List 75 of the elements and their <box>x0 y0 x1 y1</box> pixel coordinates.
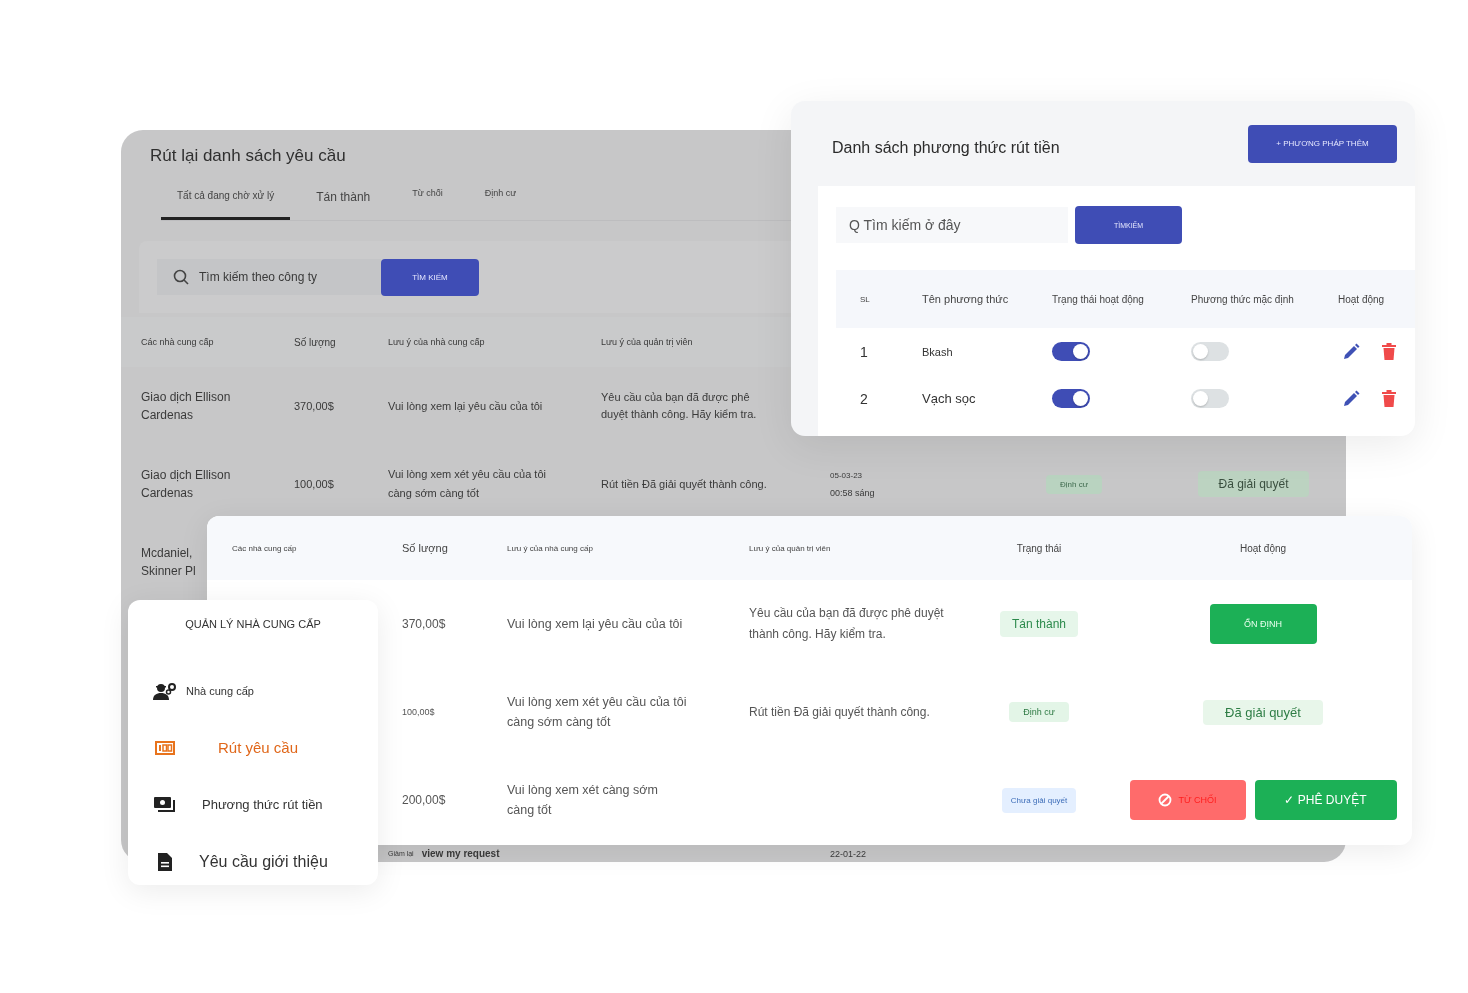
column-header: Các nhà cung cấp <box>232 543 298 553</box>
sidebar-item[interactable]: Yêu cầu giới thiệu <box>128 833 378 890</box>
pencil-icon <box>1342 342 1360 361</box>
search-field[interactable]: Q Tìm kiếm ở đây <box>836 207 1068 243</box>
column-header: Lưu ý của nhà cung cấp <box>388 337 486 347</box>
column-header: Phương thức mặc định <box>1191 293 1295 305</box>
sidebar-item[interactable]: Rút yêu cầu <box>128 719 378 776</box>
table-cell-text: Vui lòng xem xét càng sớm càng tốt <box>507 782 659 819</box>
column-header: Hoạt động <box>1238 542 1288 554</box>
search-icon <box>173 269 189 285</box>
table-cell-text: Vui lòng xem xét yêu cầu của tôi càng sớm càng tốt <box>507 694 688 731</box>
add-method-button[interactable]: + PHƯƠNG PHÁP THÊM <box>1248 124 1397 163</box>
status-badge: Chưa giải quyết <box>1001 787 1077 813</box>
status-badge: Định cư <box>1009 702 1069 722</box>
table-cell-text: Yêu cầu của bạn đã được phê duyệt thành công. Hãy kiểm tra. <box>749 605 945 643</box>
table-cell-text: Giao dịch Ellison Cardenas <box>141 467 232 502</box>
table-cell-text: Rút tiền Đã giải quyết thành công. <box>749 703 931 721</box>
document-icon <box>158 852 172 871</box>
trash-icon <box>1382 343 1396 360</box>
cash-icon <box>154 796 176 813</box>
table-cell-text: 370,00$ <box>294 400 335 412</box>
table-cell-text: 1 <box>860 343 869 360</box>
search-field[interactable]: Tìm kiếm theo công ty <box>157 259 381 295</box>
table-cell: view my request <box>421 848 500 859</box>
table-cell-text: 100,00$ <box>294 478 335 490</box>
time-text: 00:58 sáng <box>830 487 876 498</box>
sidebar-heading: QUẢN LÝ NHÀ CUNG CẤP <box>184 618 322 630</box>
column-header: Hoạt động <box>1338 293 1386 305</box>
table-cell-text: Bkash <box>922 345 954 358</box>
status-badge: Tán thành <box>999 611 1078 637</box>
status-badge: Định cư <box>1046 474 1102 494</box>
table-cell-text: 370,00$ <box>402 617 447 631</box>
table-cell-text: Vạch sọc <box>922 391 977 406</box>
pencil-icon <box>1342 389 1360 408</box>
table-cell-text: 2 <box>860 390 869 407</box>
trash-icon <box>1382 390 1396 407</box>
sidebar-item[interactable]: Nhà cung cấp <box>128 662 378 719</box>
resolved-badge: Đã giải quyết <box>1203 699 1323 725</box>
table-cell-text: Vui lòng xem lại yêu cầu của tôi <box>388 398 544 414</box>
banknote-icon <box>155 740 175 755</box>
card-title: Rút lại danh sách yêu cầu <box>150 146 346 166</box>
table-cell-text: 100,00$ <box>402 707 436 717</box>
column-header: Lưu ý của quản trị viên <box>749 543 832 553</box>
table-cell-text: Rút tiền Đã giải quyết thành công. <box>601 476 768 492</box>
column-header: Trạng thái <box>1015 542 1063 554</box>
table-cell-text: 22-01-22 <box>830 848 868 859</box>
column-header: Lưu ý của nhà cung cấp <box>507 543 594 553</box>
column-header: Số lượng <box>402 542 449 554</box>
column-header: Lưu ý của quản trị viên <box>601 337 694 347</box>
ban-icon <box>1158 793 1173 807</box>
table-cell-text: Yêu cầu của bạn đã được phê duyệt thành công. Hãy kiểm tra. <box>601 390 758 422</box>
table-cell-text: Vui lòng xem lại yêu cầu của tôi <box>507 616 684 633</box>
search-button[interactable]: TÌM KIẾM <box>381 258 479 296</box>
toggle-switch[interactable] <box>1052 389 1090 408</box>
column-header: Các nhà cung cấp <box>141 337 215 347</box>
toggle-switch[interactable] <box>1191 389 1229 408</box>
card-title: Danh sách phương thức rút tiền <box>832 138 1060 157</box>
table-cell-text: Vui lòng xem xét yêu cầu của tôi càng sớm càng tốt <box>388 467 547 501</box>
table-cell-text: 200,00$ <box>402 793 447 807</box>
column-header: Tên phương thức <box>922 293 1010 305</box>
workers-gear-icon <box>153 681 177 700</box>
toggle-switch[interactable] <box>1191 342 1229 361</box>
tab[interactable]: Định cư <box>468 186 533 220</box>
column-header: SL <box>860 294 871 304</box>
column-header: Trạng thái hoạt động <box>1052 293 1145 305</box>
toggle-switch[interactable] <box>1052 342 1090 361</box>
tab[interactable]: Tất cả đang chờ xử lý <box>161 186 291 220</box>
column-header: Số lượng <box>294 336 337 348</box>
table-cell-text: Mcdaniel, Skinner Pl <box>141 545 197 580</box>
resolved-badge: Đã giải quyết <box>1198 471 1309 497</box>
table-cell-text: Giao dịch Ellison Cardenas <box>141 389 232 424</box>
tab[interactable]: Tán thành <box>300 186 387 220</box>
sidebar-item[interactable]: Phương thức rút tiền <box>128 776 378 833</box>
date-text: 05-03-23 <box>830 470 864 480</box>
tab[interactable]: Từ chối <box>396 186 459 220</box>
